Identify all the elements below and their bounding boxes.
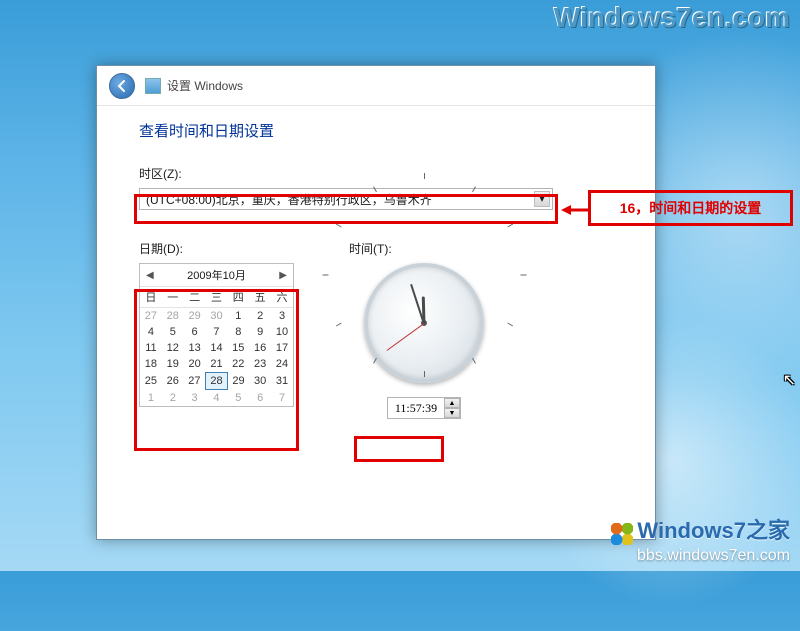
calendar-day[interactable]: 24 [271,356,293,373]
calendar-day[interactable]: 29 [184,308,206,325]
calendar-weekday: 二 [184,287,206,308]
setup-dialog: 设置 Windows 查看时间和日期设置 时区(Z): (UTC+08:00)北… [96,65,656,540]
watermark-top: Windows7en.com [554,2,790,34]
calendar-day[interactable]: 7 [271,390,293,407]
back-button[interactable] [109,73,135,99]
chevron-down-icon: ▾ [534,191,550,207]
calendar-day[interactable]: 5 [162,324,184,340]
calendar-month-title: 2009年10月 [187,267,246,283]
calendar-day[interactable]: 11 [140,340,162,356]
calendar-day[interactable]: 30 [249,373,271,390]
arrow-left-icon [115,79,129,93]
calendar-day[interactable]: 20 [184,356,206,373]
time-label: 时间(T): [349,240,499,257]
calendar-day[interactable]: 27 [184,373,206,390]
calendar-weekday: 六 [271,287,293,308]
calendar-day[interactable]: 19 [162,356,184,373]
calendar-day[interactable]: 18 [140,356,162,373]
prev-month-button[interactable]: ◀ [146,270,154,281]
timezone-selected-value: (UTC+08:00)北京，重庆，香港特别行政区，乌鲁木齐 [146,191,432,208]
analog-clock [364,263,484,383]
calendar-day[interactable]: 13 [184,340,206,356]
calendar-day[interactable]: 17 [271,340,293,356]
calendar-day[interactable]: 23 [249,356,271,373]
calendar[interactable]: ◀ 2009年10月 ▶ 日一二三四五六27282930123456789101… [139,263,294,407]
calendar-day[interactable]: 2 [249,308,271,325]
calendar-day[interactable]: 28 [162,308,184,325]
dialog-title: 设置 Windows [167,77,243,94]
calendar-day[interactable]: 2 [162,390,184,407]
calendar-weekday: 日 [140,287,162,308]
calendar-day[interactable]: 15 [227,340,249,356]
calendar-day[interactable]: 26 [162,373,184,390]
calendar-day[interactable]: 27 [140,308,162,325]
calendar-day[interactable]: 14 [206,340,228,356]
next-month-button[interactable]: ▶ [279,270,287,281]
calendar-day[interactable]: 22 [227,356,249,373]
calendar-day[interactable]: 4 [206,390,228,407]
calendar-day[interactable]: 7 [206,324,228,340]
timezone-select[interactable]: (UTC+08:00)北京，重庆，香港特别行政区，乌鲁木齐 ▾ [139,188,553,210]
calendar-day[interactable]: 30 [206,308,228,325]
calendar-day[interactable]: 1 [140,390,162,407]
calendar-weekday: 一 [162,287,184,308]
calendar-weekday: 四 [227,287,249,308]
calendar-day[interactable]: 25 [140,373,162,390]
calendar-day[interactable]: 8 [227,324,249,340]
window-icon [145,78,161,94]
page-title: 查看时间和日期设置 [139,120,613,141]
calendar-day[interactable]: 9 [249,324,271,340]
calendar-weekday: 五 [249,287,271,308]
time-input[interactable] [388,399,444,417]
time-spinner-down[interactable]: ▼ [444,408,460,418]
annotation-note: 16，时间和日期的设置 [588,190,793,226]
calendar-day[interactable]: 1 [227,308,249,325]
calendar-day[interactable]: 12 [162,340,184,356]
calendar-day[interactable]: 10 [271,324,293,340]
calendar-day[interactable]: 21 [206,356,228,373]
calendar-day[interactable]: 3 [271,308,293,325]
calendar-day[interactable]: 6 [184,324,206,340]
calendar-day[interactable]: 4 [140,324,162,340]
calendar-day[interactable]: 6 [249,390,271,407]
time-field[interactable]: ▲ ▼ [387,397,461,419]
calendar-weekday: 三 [206,287,228,308]
timezone-label: 时区(Z): [139,165,613,182]
calendar-day[interactable]: 28 [206,373,228,390]
dialog-header: 设置 Windows [97,66,655,106]
calendar-day[interactable]: 31 [271,373,293,390]
calendar-day[interactable]: 3 [184,390,206,407]
time-spinner-up[interactable]: ▲ [444,398,460,408]
mouse-cursor-icon: ↖ [783,370,796,390]
calendar-day[interactable]: 5 [227,390,249,407]
date-label: 日期(D): [139,240,309,257]
calendar-day[interactable]: 16 [249,340,271,356]
calendar-day[interactable]: 29 [227,373,249,390]
